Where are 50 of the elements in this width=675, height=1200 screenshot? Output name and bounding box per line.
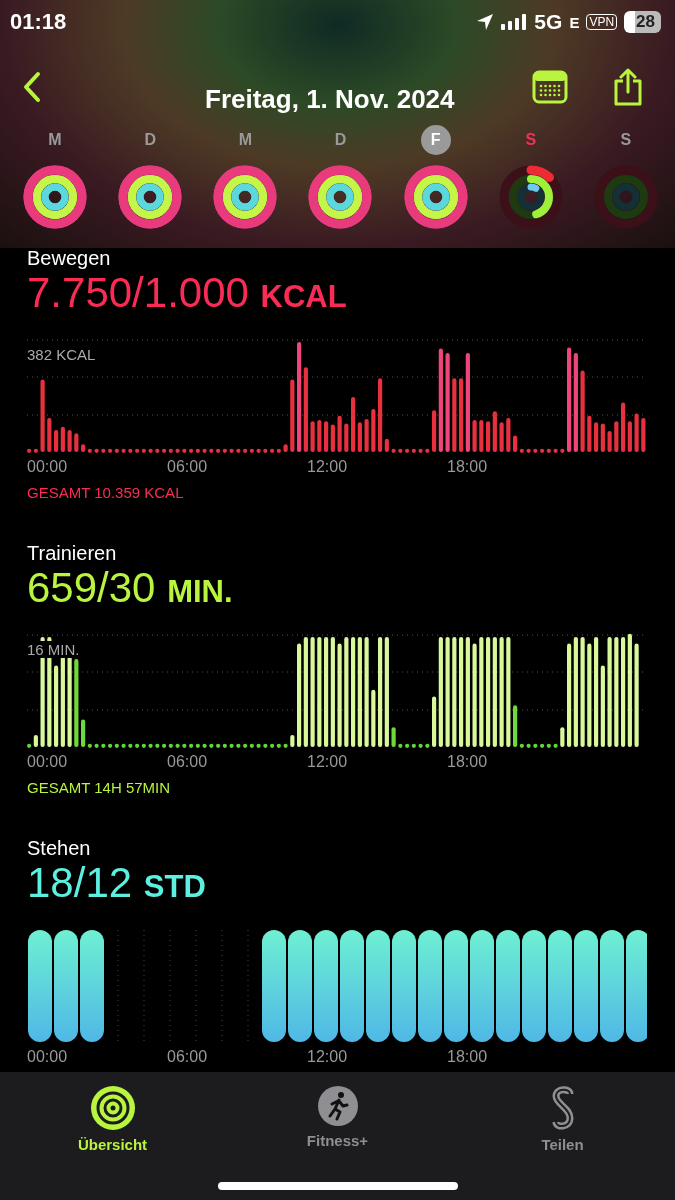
axis-time-label: 00:00: [27, 1048, 69, 1066]
activity-rings-icon[interactable]: [117, 164, 184, 230]
section-title: Stehen: [27, 837, 92, 860]
tab-item[interactable]: Teilen: [487, 1086, 638, 1153]
axis-time-label: 06:00: [167, 458, 209, 476]
network-secondary: E: [569, 13, 580, 31]
status-time: 01:18: [10, 9, 67, 35]
axis-time-label: 06:00: [167, 1048, 209, 1066]
axis-time-label: 06:00: [167, 753, 209, 771]
goal-value: 18/12 STD: [27, 860, 207, 908]
day-letter[interactable]: S: [610, 125, 641, 155]
day-letter[interactable]: D: [325, 125, 356, 155]
axis-time-label: 12:00: [307, 1048, 349, 1066]
network-type: 5G: [534, 10, 563, 34]
activity-rings-icon[interactable]: [307, 164, 374, 230]
date-title: Freitag, 1. Nov. 2024: [205, 84, 455, 115]
goal-value: 659/30 MIN.: [27, 565, 234, 613]
activity-rings-icon[interactable]: [22, 164, 88, 230]
axis-time-label: 18:00: [447, 1048, 489, 1066]
back-icon[interactable]: [22, 71, 42, 103]
rings-icon: [90, 1086, 135, 1130]
day-letter[interactable]: M: [40, 125, 70, 155]
location-icon: [476, 13, 495, 31]
axis-max-label: 16 MIN.: [27, 641, 80, 658]
axis-time-label: 12:00: [307, 753, 349, 771]
calendar-icon[interactable]: [532, 70, 568, 104]
axis-time-label: 18:00: [447, 753, 489, 771]
tab-item[interactable]: Fitness+: [262, 1086, 413, 1149]
daily-total: GESAMT 14H 57MIN: [27, 779, 172, 796]
runner-icon: [317, 1086, 358, 1126]
activity-rings-icon[interactable]: [497, 164, 564, 230]
day-letter[interactable]: D: [135, 125, 166, 155]
axis-time-label: 00:00: [27, 753, 69, 771]
activity-rings-icon[interactable]: [212, 164, 279, 230]
signal-icon: [501, 14, 528, 30]
axis-time-label: 12:00: [307, 458, 349, 476]
axis-time-label: 00:00: [27, 458, 69, 476]
share-icon[interactable]: [612, 68, 644, 106]
day-letter[interactable]: F: [420, 125, 451, 155]
section-title: Bewegen: [27, 247, 112, 270]
daily-total: GESAMT 10.359 KCAL: [27, 484, 185, 501]
goal-value: 7.750/1.000 KCAL: [27, 270, 348, 318]
axis-time-label: 18:00: [447, 458, 489, 476]
day-letter[interactable]: M: [230, 125, 261, 155]
activity-rings-icon[interactable]: [402, 164, 469, 230]
day-letter[interactable]: S: [515, 125, 546, 155]
battery-indicator: 28: [624, 11, 661, 33]
vpn-badge: VPN: [586, 14, 618, 30]
tab-item[interactable]: Übersicht: [37, 1086, 188, 1153]
section-title: Trainieren: [27, 542, 118, 565]
